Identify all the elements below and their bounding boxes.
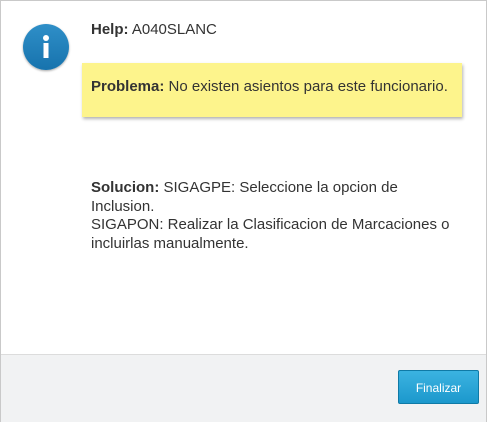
problem-box: Problema: No existen asientos para este … bbox=[82, 63, 462, 117]
help-label: Help: bbox=[91, 21, 129, 38]
solution-line: incluirlas manualmente. bbox=[91, 234, 249, 252]
dialog-footer: Finalizar bbox=[1, 354, 486, 422]
problem-message: Problema: No existen asientos para este … bbox=[91, 78, 448, 95]
solution-line: Inclusion. bbox=[91, 197, 155, 215]
info-icon bbox=[23, 24, 69, 70]
solution-message: Solucion: SIGAGPE: Seleccione la opcion … bbox=[91, 179, 471, 253]
solution-line: Solucion: SIGAGPE: Seleccione la opcion … bbox=[91, 179, 471, 198]
problem-label: Problema: bbox=[91, 78, 165, 95]
solution-text: SIGAGPE: Seleccione la opcion de bbox=[163, 179, 398, 196]
problem-text: No existen asientos para este funcionari… bbox=[168, 78, 448, 95]
help-title: Help: A040SLANC bbox=[91, 21, 217, 38]
solution-line: SIGAPON: Realizar la Clasificacion de Ma… bbox=[91, 216, 450, 233]
help-dialog: Help: A040SLANC Problema: No existen asi… bbox=[0, 0, 487, 422]
finalizar-button[interactable]: Finalizar bbox=[398, 370, 479, 404]
solution-label: Solucion: bbox=[91, 179, 160, 196]
help-code: A040SLANC bbox=[131, 21, 217, 38]
